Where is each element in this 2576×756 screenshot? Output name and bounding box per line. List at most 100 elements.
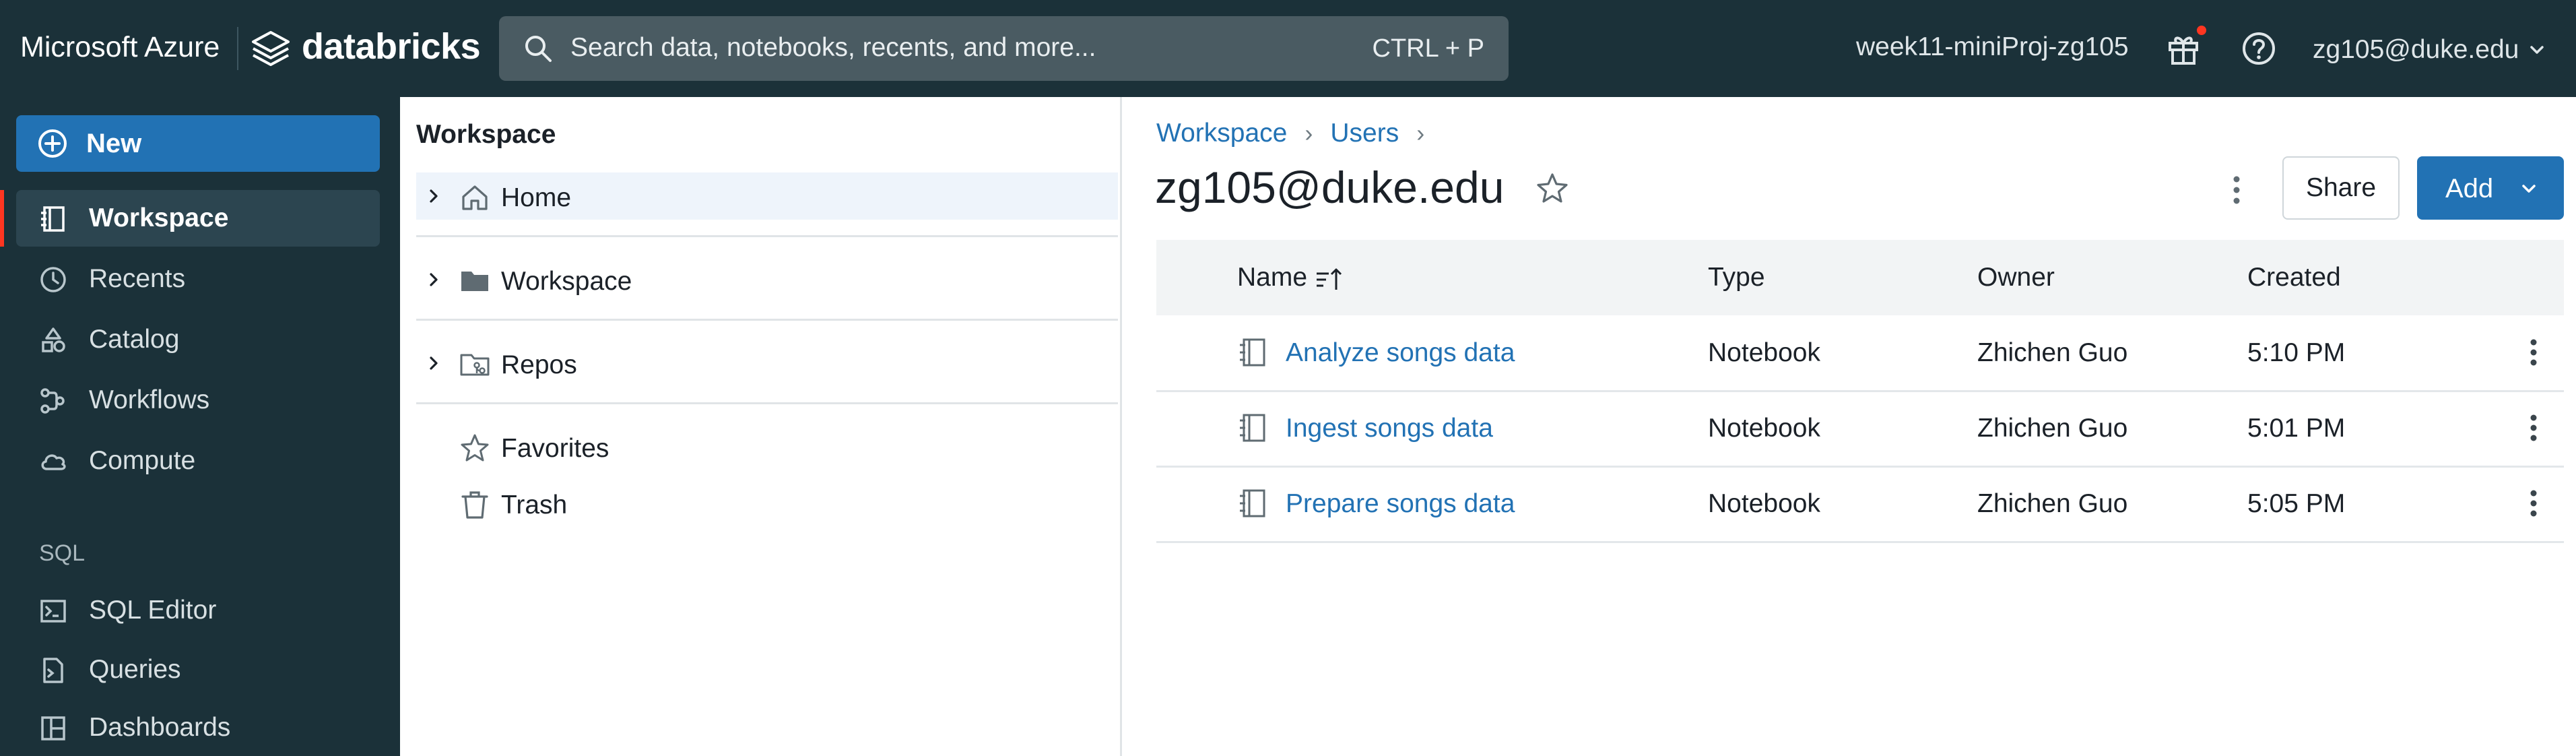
folder-icon bbox=[461, 272, 488, 291]
notification-dot bbox=[2197, 26, 2206, 35]
sidebar-item-catalog[interactable]: Catalog bbox=[16, 311, 380, 368]
notebook-icon bbox=[1240, 338, 1265, 367]
sidebar-item-label: Workspace bbox=[89, 203, 229, 232]
sidebar-item-dashboards[interactable]: Dashboards bbox=[16, 699, 380, 756]
row-actions-icon[interactable] bbox=[2517, 411, 2550, 445]
star-icon bbox=[461, 434, 489, 462]
table-row[interactable]: Analyze songs data Notebook Zhichen Guo … bbox=[1156, 315, 2564, 392]
brand-divider bbox=[237, 27, 238, 70]
gift-icon[interactable] bbox=[2165, 30, 2202, 67]
sql-editor-icon bbox=[40, 600, 66, 623]
active-nav-marker bbox=[0, 190, 4, 247]
table-header: Name Type Owner Created bbox=[1156, 240, 2564, 315]
left-sidebar: New Workspace Recents Catalog Workflows … bbox=[0, 97, 400, 756]
tree-divider bbox=[416, 402, 1118, 404]
sidebar-item-queries[interactable]: Queries bbox=[16, 641, 380, 698]
table-row[interactable]: Prepare songs data Notebook Zhichen Guo … bbox=[1156, 466, 2564, 543]
item-type: Notebook bbox=[1708, 414, 1820, 443]
search-icon bbox=[525, 36, 552, 62]
sidebar-item-workspace[interactable]: Workspace bbox=[16, 190, 380, 247]
sidebar-item-recents[interactable]: Recents bbox=[16, 251, 380, 307]
tree-item-home[interactable]: Home bbox=[416, 172, 1118, 220]
user-menu[interactable]: zg105@duke.edu bbox=[2313, 31, 2546, 69]
sql-section-heading: SQL bbox=[39, 540, 86, 566]
help-icon[interactable] bbox=[2240, 30, 2278, 67]
column-header-created[interactable]: Created bbox=[2247, 263, 2341, 292]
row-actions-icon[interactable] bbox=[2517, 336, 2550, 369]
trash-icon bbox=[461, 491, 488, 519]
home-icon bbox=[462, 185, 488, 210]
table-row[interactable]: Ingest songs data Notebook Zhichen Guo 5… bbox=[1156, 391, 2564, 468]
workspace-icon bbox=[41, 206, 65, 232]
tree-item-label: Workspace bbox=[501, 267, 632, 296]
tree-item-repos[interactable]: Repos bbox=[416, 340, 1118, 387]
chevron-right-icon[interactable] bbox=[424, 270, 443, 289]
column-header-owner[interactable]: Owner bbox=[1977, 263, 2055, 292]
breadcrumb-users-link[interactable]: Users bbox=[1330, 119, 1399, 148]
row-actions-icon[interactable] bbox=[2517, 486, 2550, 520]
notebook-name-link[interactable]: Prepare songs data bbox=[1286, 489, 1515, 519]
sort-ascending-icon[interactable] bbox=[1314, 264, 1345, 295]
chevron-right-icon[interactable] bbox=[424, 354, 443, 373]
more-options-icon[interactable] bbox=[2219, 172, 2254, 208]
tree-item-trash[interactable]: Trash bbox=[416, 480, 1118, 527]
sidebar-item-label: Compute bbox=[89, 446, 196, 475]
global-search[interactable]: Search data, notebooks, recents, and mor… bbox=[499, 16, 1509, 81]
tree-item-favorites[interactable]: Favorites bbox=[416, 423, 1118, 470]
sidebar-item-label: Dashboards bbox=[89, 713, 231, 742]
notebook-name-link[interactable]: Ingest songs data bbox=[1286, 414, 1493, 443]
clock-icon bbox=[40, 267, 66, 292]
workspace-switcher[interactable]: week11-miniProj-zg105 bbox=[1856, 32, 2129, 62]
share-button[interactable]: Share bbox=[2282, 156, 2400, 220]
sidebar-item-label: Queries bbox=[89, 655, 181, 684]
databricks-logo-icon bbox=[252, 31, 290, 66]
catalog-icon bbox=[42, 327, 65, 352]
plus-circle-icon bbox=[38, 129, 67, 158]
repos-icon bbox=[460, 354, 490, 376]
new-button-label: New bbox=[86, 129, 142, 158]
tree-item-label: Repos bbox=[501, 350, 577, 379]
sidebar-item-compute[interactable]: Compute bbox=[16, 433, 380, 489]
breadcrumb-workspace-link[interactable]: Workspace bbox=[1156, 119, 1287, 148]
column-header-name[interactable]: Name bbox=[1237, 263, 1307, 292]
breadcrumb: Workspace › Users › bbox=[1156, 119, 1442, 148]
item-type: Notebook bbox=[1708, 489, 1820, 518]
favorite-star-icon[interactable] bbox=[1535, 171, 1570, 206]
chevron-right-icon[interactable] bbox=[424, 187, 443, 206]
sidebar-item-workflows[interactable]: Workflows bbox=[16, 372, 380, 429]
sidebar-item-label: Recents bbox=[89, 264, 186, 293]
breadcrumb-separator-icon: › bbox=[1304, 119, 1313, 147]
user-email: zg105@duke.edu bbox=[2313, 35, 2519, 64]
breadcrumb-separator-icon: › bbox=[1416, 119, 1425, 147]
chevron-down-icon bbox=[2522, 185, 2536, 193]
notebook-icon bbox=[1240, 414, 1265, 442]
tree-item-label: Trash bbox=[501, 491, 568, 519]
workflows-icon bbox=[40, 388, 65, 414]
item-created: 5:10 PM bbox=[2247, 338, 2346, 367]
microsoft-azure-label: Microsoft Azure bbox=[20, 31, 220, 63]
tree-item-workspace[interactable]: Workspace bbox=[416, 256, 1118, 303]
tree-divider bbox=[416, 235, 1118, 237]
item-owner: Zhichen Guo bbox=[1977, 414, 2128, 443]
dashboards-icon bbox=[41, 716, 65, 741]
notebook-icon bbox=[1240, 489, 1265, 517]
sidebar-item-sql-editor[interactable]: SQL Editor bbox=[16, 582, 380, 639]
column-header-type[interactable]: Type bbox=[1708, 263, 1765, 292]
tree-divider bbox=[416, 319, 1118, 321]
tree-panel-title: Workspace bbox=[416, 120, 556, 149]
new-button[interactable]: New bbox=[16, 115, 380, 172]
sidebar-item-label: Catalog bbox=[89, 325, 180, 354]
queries-icon bbox=[43, 658, 63, 683]
search-shortcut-hint: CTRL + P bbox=[1372, 34, 1484, 63]
add-button[interactable]: Add bbox=[2417, 156, 2564, 220]
item-owner: Zhichen Guo bbox=[1977, 489, 2128, 518]
chevron-down-icon bbox=[2530, 46, 2544, 54]
cloud-icon bbox=[41, 454, 66, 470]
add-button-label: Add bbox=[2445, 174, 2494, 203]
notebook-name-link[interactable]: Analyze songs data bbox=[1286, 338, 1515, 368]
main-content: Workspace › Users › zg105@duke.edu Share… bbox=[1124, 97, 2576, 756]
databricks-logo-text[interactable]: databricks bbox=[302, 26, 481, 67]
item-created: 5:01 PM bbox=[2247, 414, 2346, 443]
item-created: 5:05 PM bbox=[2247, 489, 2346, 518]
item-owner: Zhichen Guo bbox=[1977, 338, 2128, 367]
